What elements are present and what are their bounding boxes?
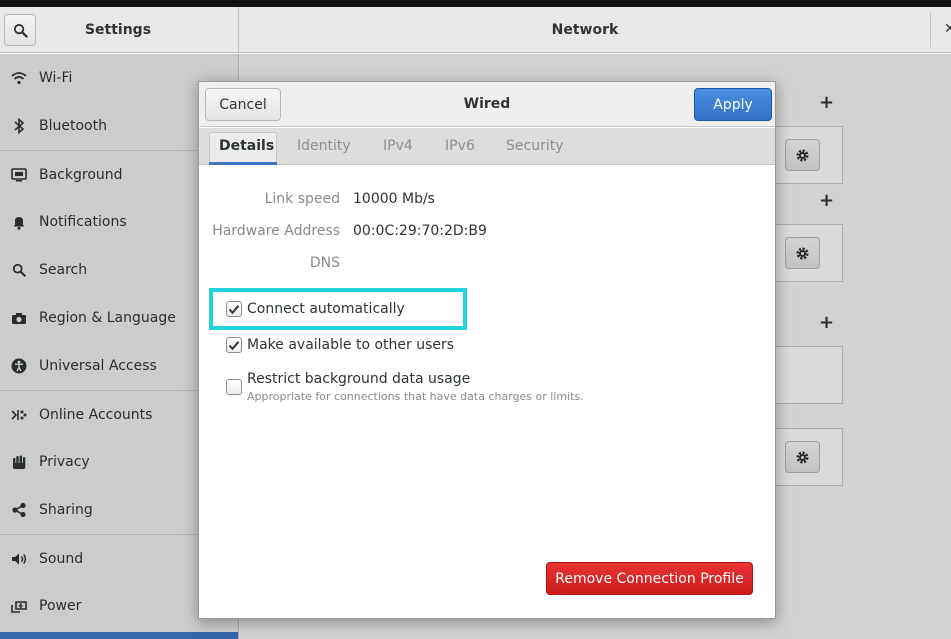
power-icon — [10, 597, 28, 615]
sidebar-selected-item[interactable] — [0, 632, 238, 639]
share-icon — [10, 501, 28, 519]
sidebar-item-label: Sharing — [39, 502, 93, 518]
dns-label: DNS — [309, 255, 340, 271]
cancel-button[interactable]: Cancel — [205, 88, 281, 121]
link-speed-label: Link speed — [264, 191, 340, 207]
network-title: Network — [551, 22, 619, 38]
accessibility-icon — [10, 357, 28, 375]
available-to-other-users-checkbox[interactable] — [226, 337, 242, 353]
search-icon — [13, 23, 28, 38]
header-left: Settings — [0, 7, 239, 53]
restrict-background-data-checkbox[interactable] — [226, 379, 242, 395]
dialog-title: Wired — [463, 96, 511, 112]
tab-security[interactable]: Security — [506, 128, 564, 165]
add-wired-icon[interactable]: + — [819, 92, 834, 113]
sidebar-item-label: Region & Language — [39, 310, 176, 326]
sidebar-item-label: Bluetooth — [39, 118, 107, 134]
sidebar-item-label: Power — [39, 598, 82, 614]
gear-icon — [796, 148, 809, 162]
header-separator — [930, 13, 931, 47]
wifi-icon — [10, 69, 28, 87]
connect-automatically-label[interactable]: Connect automatically — [247, 301, 405, 317]
speaker-icon — [10, 550, 28, 568]
vpn-settings-button[interactable] — [785, 237, 820, 269]
sidebar-item-label: Universal Access — [39, 358, 157, 374]
hand-icon — [10, 453, 28, 471]
tab-ipv6[interactable]: IPv6 — [445, 128, 475, 165]
tab-bar: Details Identity IPv4 IPv6 Security — [199, 128, 775, 165]
tab-identity[interactable]: Identity — [297, 128, 351, 165]
search-icon — [10, 261, 28, 279]
remove-connection-profile-button[interactable]: Remove Connection Profile — [546, 562, 753, 595]
background-icon — [10, 166, 28, 184]
bluetooth-icon — [10, 117, 28, 135]
add-connection-icon[interactable]: + — [819, 312, 834, 333]
sidebar-item-label: Wi-Fi — [39, 70, 73, 86]
bell-icon — [10, 213, 28, 231]
restrict-background-data-label[interactable]: Restrict background data usage — [247, 371, 470, 387]
tab-ipv4[interactable]: IPv4 — [383, 128, 413, 165]
online-accounts-icon — [10, 406, 28, 424]
sidebar-item-label: Privacy — [39, 454, 90, 470]
active-tab-indicator — [209, 162, 277, 165]
link-speed-value: 10000 Mb/s — [353, 191, 435, 207]
sidebar-item-label: Notifications — [39, 214, 127, 230]
checkmark-icon — [228, 304, 240, 314]
sidebar-item-label: Online Accounts — [39, 406, 153, 423]
sidebar-item-label: Search — [39, 262, 88, 278]
available-to-other-users-label[interactable]: Make available to other users — [247, 337, 454, 353]
close-icon[interactable]: ✕ — [944, 21, 951, 37]
add-vpn-icon[interactable]: + — [819, 190, 834, 211]
proxy-settings-button[interactable] — [785, 441, 820, 473]
dialog-header: Wired Cancel Apply — [199, 82, 775, 127]
camera-icon — [10, 309, 28, 327]
connect-automatically-checkbox[interactable] — [226, 301, 242, 317]
empty-card — [776, 346, 843, 404]
restrict-background-data-description: Appropriate for connections that have da… — [247, 390, 584, 403]
wired-dialog: Wired Cancel Apply Details Identity IPv4… — [198, 81, 776, 619]
wired-settings-button[interactable] — [785, 139, 820, 171]
search-button[interactable] — [4, 14, 36, 46]
checkmark-icon — [228, 340, 240, 350]
hardware-address-value: 00:0C:29:70:2D:B9 — [353, 223, 487, 239]
gear-icon — [796, 246, 809, 260]
apply-button[interactable]: Apply — [694, 88, 772, 121]
gear-icon — [796, 450, 809, 464]
header-bar: Settings Network ✕ — [0, 7, 951, 53]
hardware-address-label: Hardware Address — [212, 223, 340, 239]
top-strip — [0, 0, 951, 7]
tab-details[interactable]: Details — [219, 128, 274, 165]
sidebar-item-label: Background — [39, 166, 123, 183]
sidebar-item-label: Sound — [39, 550, 84, 567]
